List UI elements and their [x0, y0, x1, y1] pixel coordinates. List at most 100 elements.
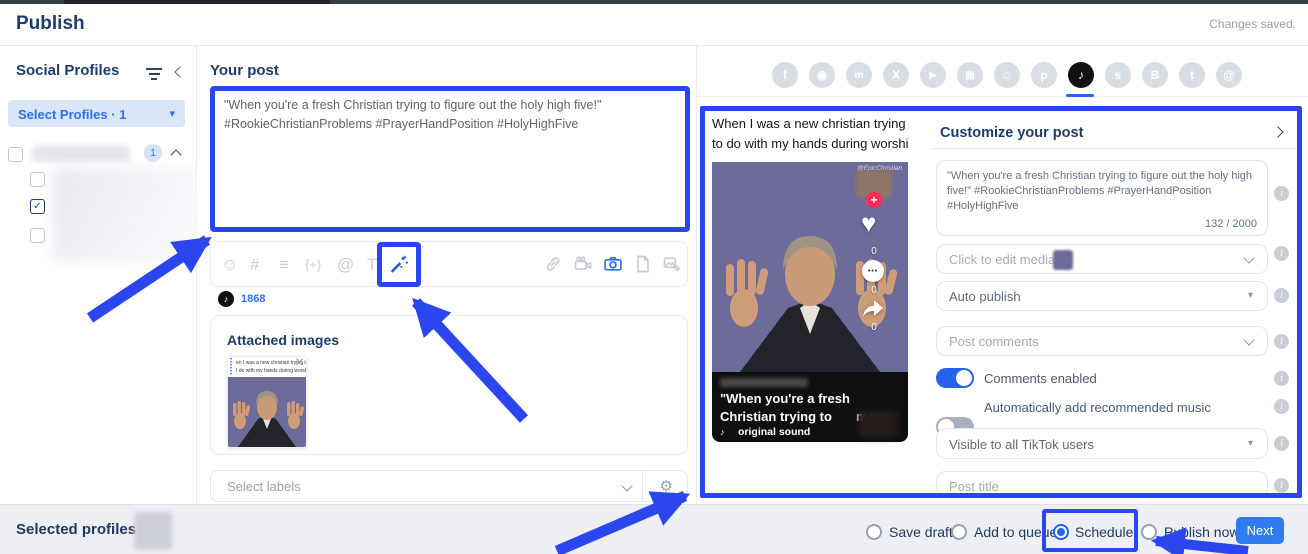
share-count: 0 [864, 322, 884, 333]
redacted-profile-list [52, 168, 197, 262]
plus-icon: + [870, 194, 877, 206]
camera-icon[interactable] [603, 254, 623, 279]
network-tabs-divider [697, 96, 1308, 97]
comments-enabled-toggle[interactable] [936, 368, 974, 388]
tiktok-char-count: 1868 [241, 293, 265, 305]
music-toggle-info-icon[interactable]: i [1274, 399, 1289, 414]
filter-icon[interactable] [146, 68, 162, 80]
comment-icon[interactable]: ••• [862, 260, 884, 282]
select-labels-field[interactable]: Select labels ⚙ [210, 470, 688, 502]
profile-checkbox-3[interactable] [30, 228, 45, 243]
preview-video-frame: @EpicChristian + ♥ 0 ••• 0 [712, 162, 908, 372]
select-labels-placeholder: Select labels [227, 479, 301, 494]
visibility-info-icon[interactable]: i [1274, 436, 1289, 451]
network-icon-pinterest[interactable]: p [1031, 62, 1057, 88]
follow-plus-button[interactable]: + [866, 192, 882, 208]
selected-profile-avatar[interactable] [134, 512, 172, 550]
post-title-info-icon[interactable]: i [1274, 478, 1289, 493]
select-profiles-dropdown[interactable]: Select Profiles · 1 ▾ [8, 100, 185, 127]
post-text: "When you're a fresh Christian trying to… [224, 98, 601, 131]
comments-toggle-info-icon[interactable]: i [1274, 371, 1289, 386]
labels-settings-gear-icon[interactable]: ⚙ [660, 477, 673, 495]
post-text-input[interactable]: "When you're a fresh Christian trying to… [224, 96, 668, 216]
sidebar-title: Social Profiles [16, 62, 119, 79]
post-comments-info-icon[interactable]: i [1274, 334, 1289, 349]
customize-title: Customize your post [940, 125, 1083, 141]
active-tab-underline [1066, 94, 1094, 97]
post-title-placeholder: Post title [949, 479, 999, 494]
customize-collapse-icon[interactable] [1272, 126, 1283, 137]
save-draft-label[interactable]: Save draft [889, 524, 953, 540]
remove-image-icon[interactable]: × [295, 354, 304, 372]
network-icon-facebook[interactable]: f [772, 62, 798, 88]
save-draft-radio[interactable] [866, 524, 882, 540]
drag-handle-icon[interactable]: •••••• [230, 359, 234, 379]
network-icon-instagram[interactable]: ◉ [809, 62, 835, 88]
next-button[interactable]: Next [1236, 517, 1284, 544]
attached-images-card: Attached images •••••• en I was a new ch… [210, 315, 688, 455]
sound-label: original sound [738, 426, 810, 438]
tiktok-note-icon: ♪ [224, 294, 229, 304]
video-icon[interactable] [573, 254, 593, 279]
add-to-queue-radio[interactable] [951, 524, 967, 540]
group-collapse-icon[interactable] [170, 149, 181, 160]
edit-media-field[interactable]: Click to edit media [936, 244, 1268, 274]
network-icon-linkedin[interactable]: in [846, 62, 872, 88]
network-icon-tiktok[interactable]: ♪ [1068, 62, 1094, 88]
attached-images-title: Attached images [227, 332, 339, 348]
collapse-sidebar-icon[interactable] [174, 66, 185, 77]
schedule-radio[interactable] [1053, 524, 1069, 540]
network-icon-google-business[interactable]: ▣ [957, 62, 983, 88]
network-icon-tumblr[interactable]: t [1179, 62, 1205, 88]
link-icon[interactable] [543, 254, 563, 279]
auto-publish-dropdown[interactable]: Auto publish ▾ [936, 281, 1268, 311]
thumb-meme-image [228, 377, 306, 447]
add-to-queue-label[interactable]: Add to queue [974, 524, 1057, 540]
schedule-label[interactable]: Schedule [1075, 524, 1133, 540]
labels-divider [642, 471, 643, 501]
mention-icon[interactable]: @ [337, 256, 354, 273]
image-edit-icon[interactable] [662, 254, 682, 279]
customize-caption-field[interactable]: "When you're a fresh Christian trying to… [936, 160, 1268, 236]
text-format-icon[interactable]: T [367, 256, 377, 273]
emoji-icon[interactable]: ☺ [221, 256, 238, 273]
network-icon-threads[interactable]: @ [1216, 62, 1242, 88]
network-icon-reddit[interactable]: ☺ [994, 62, 1020, 88]
tiktok-count-badge-icon: ♪ [218, 291, 234, 307]
caption-info-icon[interactable]: i [1274, 186, 1289, 201]
like-heart-icon[interactable]: ♥ [861, 208, 876, 239]
media-info-icon[interactable]: i [1274, 246, 1289, 261]
char-counter: 132 / 2000 [1205, 218, 1257, 230]
profile-checkbox-1[interactable] [30, 172, 45, 187]
share-icon[interactable] [860, 298, 886, 325]
network-icon-snapchat[interactable]: s [1105, 62, 1131, 88]
publish-now-radio[interactable] [1141, 524, 1157, 540]
profile-checkbox-2[interactable]: ✓ [30, 199, 45, 214]
profile-group-checkbox[interactable] [8, 147, 23, 162]
redacted-album-art [858, 410, 898, 438]
comment-dots: ••• [868, 268, 878, 275]
post-comments-dropdown[interactable]: Post comments [936, 326, 1268, 356]
snippet-icon[interactable]: ≡ [279, 256, 289, 273]
media-thumbnail[interactable] [1053, 250, 1073, 270]
auto-publish-info-icon[interactable]: i [1274, 288, 1289, 303]
visibility-dropdown[interactable]: Visible to all TikTok users ▾ [936, 428, 1268, 459]
post-title-field[interactable]: Post title [936, 471, 1268, 497]
visibility-value: Visible to all TikTok users [949, 437, 1094, 452]
redacted-group-name [32, 146, 130, 162]
variable-icon[interactable]: {+} [305, 258, 321, 271]
your-post-title: Your post [210, 62, 279, 79]
ai-wand-icon[interactable] [388, 253, 410, 280]
file-icon[interactable] [633, 254, 653, 279]
publish-now-label[interactable]: Publish now [1164, 524, 1240, 540]
network-icon-x[interactable]: X [883, 62, 909, 88]
preview-caption-area: "When you're a fresh Christian trying to… [712, 372, 908, 442]
auto-publish-caret-icon: ▾ [1248, 290, 1253, 301]
auto-publish-value: Auto publish [949, 289, 1021, 304]
network-icon-bluesky[interactable]: B [1142, 62, 1168, 88]
meme-text-line-2: to do with my hands during worship [712, 136, 908, 151]
hashtag-icon[interactable]: # [250, 256, 259, 273]
page-title: Publish [16, 13, 85, 35]
network-icon-youtube[interactable]: ▶ [920, 62, 946, 88]
select-profiles-caret-icon: ▾ [169, 107, 175, 120]
